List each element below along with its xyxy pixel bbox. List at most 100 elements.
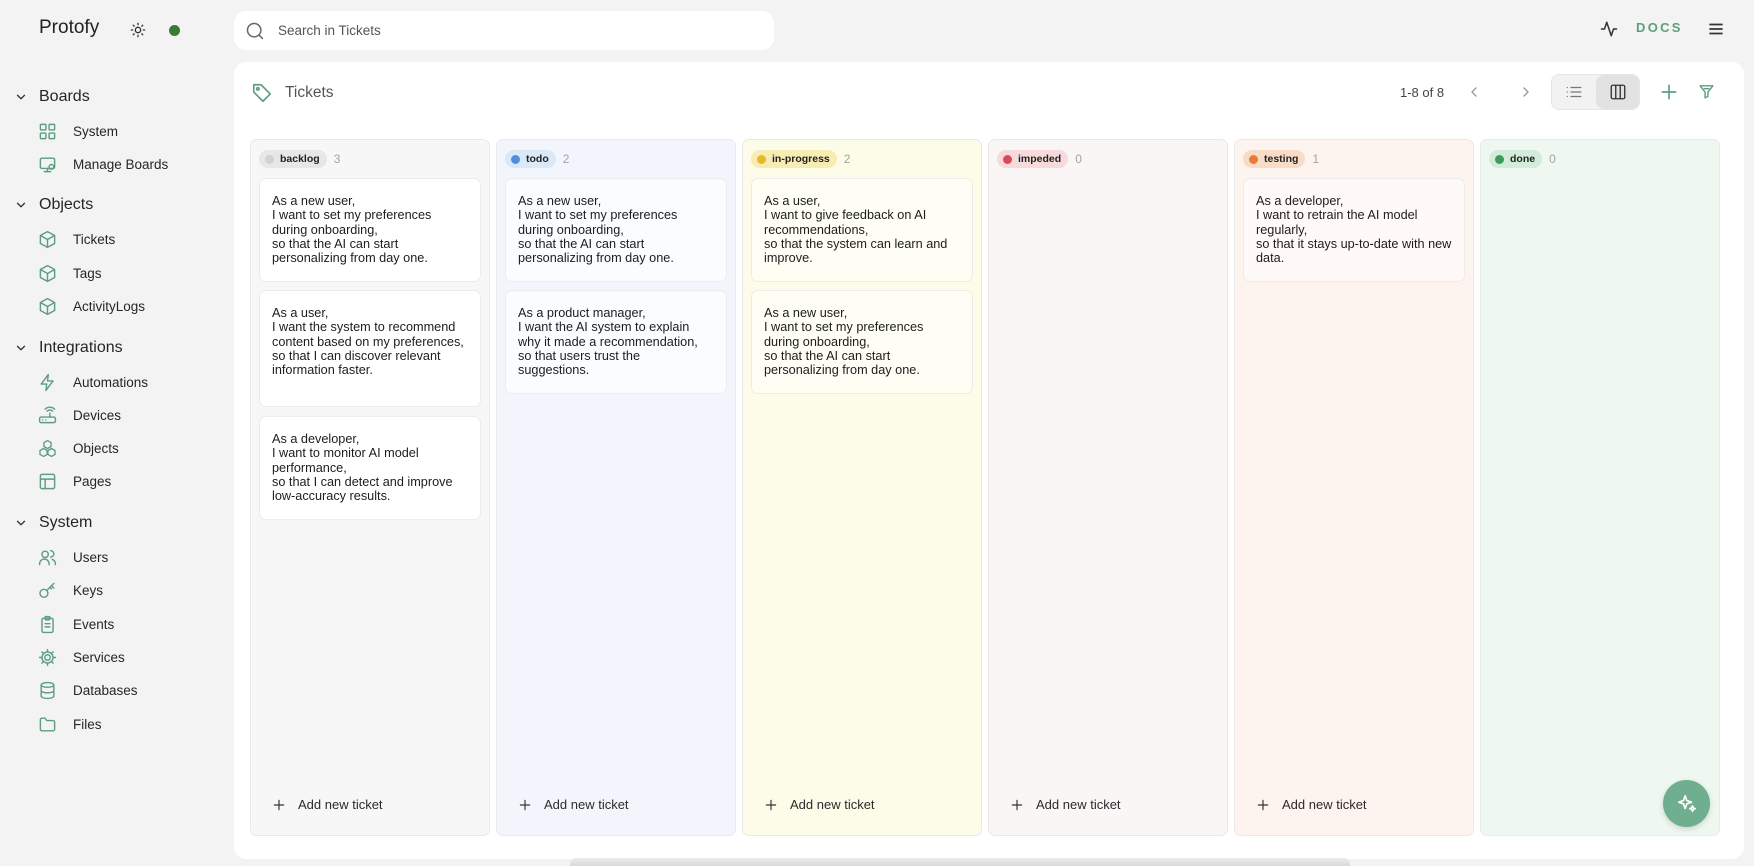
section-integrations[interactable]: Integrations (14, 336, 123, 360)
columns-icon (1610, 84, 1625, 100)
sidebar-item-events[interactable]: Events (38, 611, 114, 637)
search-bar[interactable] (234, 11, 774, 50)
status-badge: backlog (259, 150, 327, 168)
activity-icon[interactable] (1600, 20, 1618, 38)
sidebar-item-objects[interactable]: Objects (38, 435, 119, 461)
sidebar-item-label: System (73, 123, 119, 139)
column-count: 1 (1312, 152, 1320, 166)
column-count: 0 (1075, 152, 1082, 166)
search-input[interactable] (278, 23, 698, 38)
sidebar-item-tickets[interactable]: Tickets (38, 226, 115, 252)
tag-icon (251, 82, 273, 104)
hamburger-menu-icon[interactable] (1707, 20, 1725, 38)
chevron-left-icon[interactable] (1466, 84, 1482, 100)
boxes-icon (39, 439, 56, 457)
ticket-card[interactable]: As a new user, I want to set my preferen… (751, 290, 973, 394)
sidebar-item-label: Services (73, 649, 125, 665)
connection-status-indicator (169, 25, 180, 36)
sidebar-item-pages[interactable]: Pages (38, 468, 111, 494)
add-ticket-label: Add new ticket (298, 797, 383, 812)
plus-icon (1011, 799, 1023, 810)
sidebar-item-label: Tags (73, 265, 102, 281)
add-new-ticket-button[interactable]: Add new ticket (764, 797, 875, 812)
sidebar: Protofy Boards System Manage Boards Obje… (0, 0, 232, 866)
add-ticket-label: Add new ticket (1282, 797, 1367, 812)
sidebar-item-label: Manage Boards (73, 156, 169, 172)
sidebar-item-system-board[interactable]: System (38, 118, 118, 144)
ticket-card[interactable]: As a developer, I want to retrain the AI… (1243, 178, 1465, 282)
ticket-card[interactable]: As a user, I want to give feedback on AI… (751, 178, 973, 282)
zap-icon (40, 373, 54, 391)
sidebar-item-devices[interactable]: Devices (38, 402, 121, 428)
add-new-ticket-button[interactable]: Add new ticket (1010, 797, 1121, 812)
monitor-icon (39, 156, 56, 172)
sidebar-item-keys[interactable]: Keys (38, 577, 103, 603)
list-icon (1566, 86, 1582, 98)
section-title: System (39, 514, 93, 531)
sidebar-item-activitylogs[interactable]: ActivityLogs (38, 293, 145, 319)
ticket-card[interactable]: As a developer, I want to monitor AI mod… (259, 416, 481, 520)
chevron-down-icon (16, 520, 26, 526)
status-dot (1003, 154, 1012, 164)
ticket-card[interactable]: As a new user, I want to set my preferen… (505, 178, 727, 282)
section-objects[interactable]: Objects (14, 193, 93, 217)
chevron-down-icon (16, 202, 26, 208)
kanban-column-done: done 0 (1480, 139, 1720, 836)
search-icon (246, 22, 264, 39)
plus-icon (1257, 799, 1269, 810)
add-ticket-label: Add new ticket (544, 797, 629, 812)
ticket-card[interactable]: As a new user, I want to set my preferen… (259, 178, 481, 282)
sidebar-item-automations[interactable]: Automations (38, 369, 148, 395)
section-title: Integrations (39, 339, 123, 356)
column-header: testing 1 (1243, 150, 1319, 168)
sidebar-item-services[interactable]: Services (38, 644, 125, 670)
view-toggle (1551, 74, 1640, 110)
cog-icon (38, 648, 57, 666)
sidebar-item-files[interactable]: Files (38, 711, 102, 737)
ticket-card[interactable]: As a product manager, I want the AI syst… (505, 290, 727, 394)
ticket-card[interactable]: As a user, I want the system to recommen… (259, 290, 481, 407)
filter-icon (1699, 85, 1714, 99)
section-boards[interactable]: Boards (14, 85, 90, 109)
column-header: impeded 0 (997, 150, 1082, 168)
users-icon (38, 549, 57, 565)
column-count: 2 (562, 152, 570, 166)
sparkles-icon (1677, 794, 1696, 812)
sidebar-item-databases[interactable]: Databases (38, 677, 138, 703)
database-icon (40, 681, 55, 699)
chevron-down-icon (16, 94, 26, 100)
filter-button[interactable] (1698, 83, 1715, 100)
kanban-column-impeded: impeded 0 Add new ticket (988, 139, 1228, 836)
box-icon (39, 230, 56, 248)
status-dot (757, 154, 766, 164)
chevron-right-icon[interactable] (1518, 84, 1534, 100)
bottom-drawer-handle[interactable] (570, 858, 1350, 866)
list-view-button[interactable] (1552, 75, 1596, 109)
ai-assistant-button[interactable] (1663, 780, 1710, 827)
docs-link[interactable]: DOCS (1636, 20, 1683, 35)
sidebar-item-label: Devices (73, 407, 122, 423)
page-title: Tickets (285, 84, 334, 101)
sidebar-item-tags[interactable]: Tags (38, 260, 102, 286)
add-ticket-button[interactable] (1659, 82, 1679, 102)
kanban-column-todo: todo 2 As a new user, I want to set my p… (496, 139, 736, 836)
pagination-info: 1-8 of 8 (1400, 85, 1445, 100)
app-logo[interactable]: Protofy (39, 17, 99, 39)
section-title: Boards (39, 88, 90, 105)
add-ticket-label: Add new ticket (1036, 797, 1121, 812)
board-view-button[interactable] (1596, 75, 1639, 109)
router-icon (38, 406, 57, 423)
add-new-ticket-button[interactable]: Add new ticket (1256, 797, 1367, 812)
sidebar-item-manage-boards[interactable]: Manage Boards (38, 151, 168, 177)
add-new-ticket-button[interactable]: Add new ticket (518, 797, 629, 812)
section-system[interactable]: System (14, 511, 92, 535)
column-header: todo 2 (505, 150, 569, 168)
section-title: Objects (39, 196, 94, 213)
sidebar-item-label: Keys (73, 582, 104, 598)
sidebar-item-label: Objects (73, 440, 119, 456)
theme-toggle-icon[interactable] (130, 22, 146, 38)
sidebar-item-users[interactable]: Users (38, 544, 108, 570)
add-new-ticket-button[interactable]: Add new ticket (272, 797, 383, 812)
column-count: 3 (333, 152, 341, 166)
column-title: backlog (280, 153, 320, 165)
